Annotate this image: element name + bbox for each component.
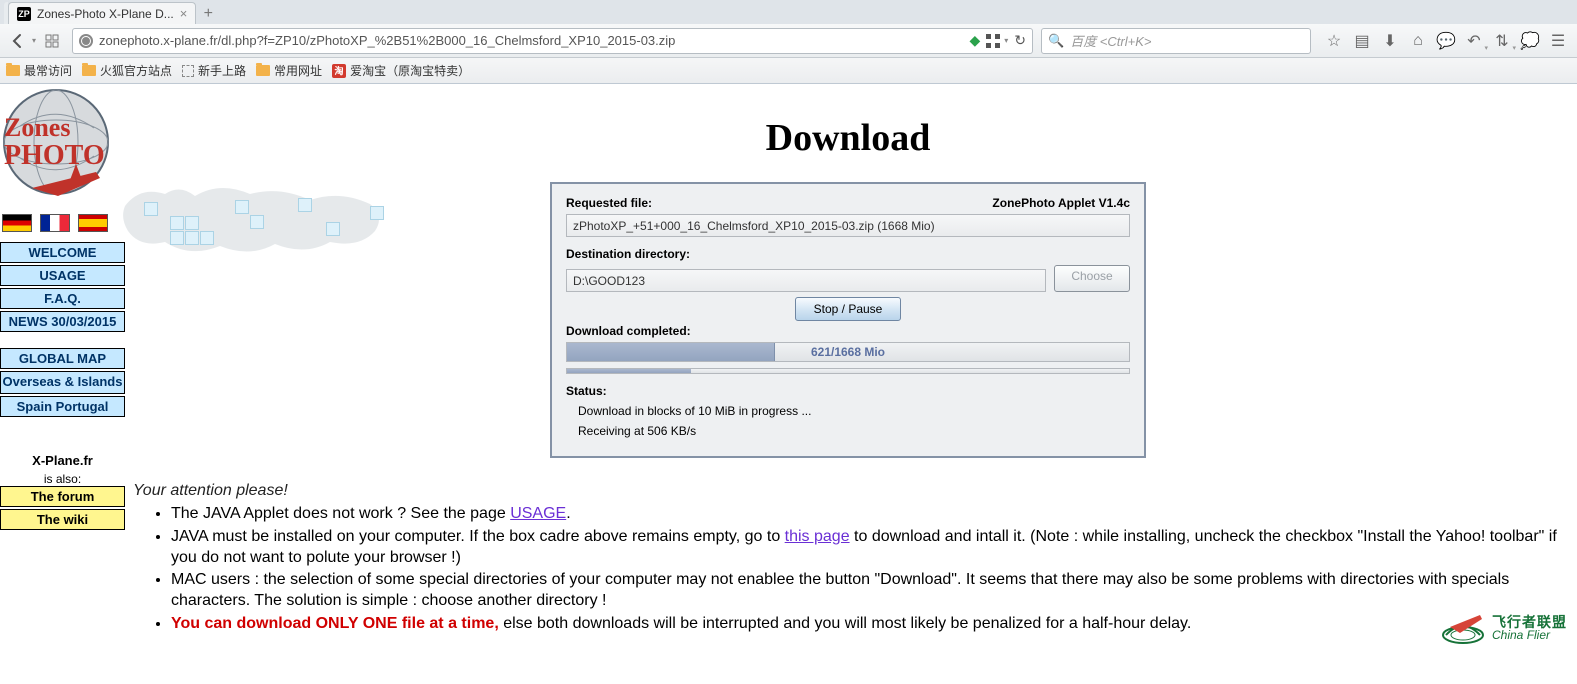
choose-button[interactable]: Choose: [1054, 265, 1130, 292]
qr-icon[interactable]: [986, 34, 1000, 48]
tab-title: Zones-Photo X-Plane D...: [37, 7, 174, 21]
search-placeholder: 百度 <Ctrl+K>: [1070, 31, 1151, 50]
download-applet: Requested file: ZonePhoto Applet V1.4c z…: [550, 182, 1146, 458]
browser-navbar: ▾ zonephoto.x-plane.fr/dl.php?f=ZP10/zPh…: [0, 24, 1577, 58]
progress-bar-outer: 621/1668 Mio: [566, 342, 1130, 362]
nav-news[interactable]: NEWS 30/03/2015: [0, 311, 125, 332]
nav-globalmap[interactable]: GLOBAL MAP: [0, 348, 125, 369]
page-icon: [182, 65, 194, 77]
requested-file-label: Requested file:: [566, 196, 652, 210]
folder-icon: [6, 65, 20, 76]
also-label: is also:: [0, 472, 125, 486]
nav-welcome[interactable]: WELCOME: [0, 242, 125, 263]
bookmark-frequent[interactable]: 最常访问: [6, 62, 72, 79]
bookmark-common[interactable]: 常用网址: [256, 62, 322, 79]
bookmark-label: 最常访问: [24, 62, 72, 79]
java-page-link[interactable]: this page: [785, 528, 850, 545]
back-button[interactable]: [6, 29, 30, 53]
share-button[interactable]: 💭: [1517, 28, 1543, 54]
usage-link[interactable]: USAGE: [510, 505, 566, 522]
home-button[interactable]: ⌂: [1405, 28, 1431, 54]
nav-overseas[interactable]: Overseas & Islands: [0, 371, 125, 394]
attention-heading: Your attention please!: [133, 482, 1565, 500]
reader-list-button[interactable]: ▤: [1349, 28, 1375, 54]
search-icon: 🔍: [1048, 33, 1064, 49]
grid-icon: [45, 34, 59, 48]
svg-text:PHOTO: PHOTO: [4, 140, 105, 171]
flag-es[interactable]: [78, 214, 108, 232]
note-item: JAVA must be installed on your computer.…: [171, 527, 1565, 569]
destination-value: D:\GOOD123: [566, 269, 1046, 292]
bookmark-firefox[interactable]: 火狐官方站点: [82, 62, 172, 79]
notes-list: The JAVA Applet does not work ? See the …: [153, 504, 1565, 635]
main-content: Download Requested file: ZonePhoto Apple…: [125, 84, 1577, 657]
bookmark-star-button[interactable]: ☆: [1321, 28, 1347, 54]
bookmark-label: 爱淘宝（原淘宝特卖）: [350, 62, 470, 79]
requested-file-value: zPhotoXP_+51+000_16_Chelmsford_XP10_2015…: [566, 214, 1130, 237]
pin-button[interactable]: ⇅▾: [1489, 28, 1515, 54]
tab-favicon: ZP: [17, 7, 31, 21]
nav-usage[interactable]: USAGE: [0, 265, 125, 286]
one-file-warning: You can download ONLY ONE file at a time…: [171, 615, 499, 632]
url-text: zonephoto.x-plane.fr/dl.php?f=ZP10/zPhot…: [99, 33, 963, 48]
menu-button[interactable]: ☰: [1545, 28, 1571, 54]
nav-faq[interactable]: F.A.Q.: [0, 288, 125, 309]
progress-text: 621/1668 Mio: [567, 343, 1129, 361]
downloads-button[interactable]: ⬇: [1377, 28, 1403, 54]
taobao-icon: 淘: [332, 64, 346, 78]
browser-tabstrip: ZP Zones-Photo X-Plane D... × +: [0, 0, 1577, 24]
bookmark-label: 常用网址: [274, 62, 322, 79]
page-title: Download: [131, 116, 1565, 160]
nav-spain[interactable]: Spain Portugal: [0, 396, 125, 417]
note-item: MAC users : the selection of some specia…: [171, 570, 1565, 612]
status-line-2: Receiving at 506 KB/s: [566, 424, 1130, 438]
page-body: Zones PHOTO WELCOME USAGE F.A.Q. NEWS 30…: [0, 84, 1577, 657]
xplane-label: X-Plane.fr: [0, 449, 125, 472]
flag-fr[interactable]: [40, 214, 70, 232]
bookmark-aitaobao[interactable]: 淘 爱淘宝（原淘宝特卖）: [332, 62, 470, 79]
bookmark-label: 新手上路: [198, 62, 246, 79]
stop-pause-button[interactable]: Stop / Pause: [795, 297, 902, 321]
sidebar: Zones PHOTO WELCOME USAGE F.A.Q. NEWS 30…: [0, 84, 125, 657]
applet-version: ZonePhoto Applet V1.4c: [992, 196, 1130, 210]
status-line-1: Download in blocks of 10 MiB in progress…: [566, 404, 1130, 418]
block-progress-bar: [566, 368, 1130, 374]
block-progress-fill: [567, 369, 691, 373]
browser-tab[interactable]: ZP Zones-Photo X-Plane D... ×: [8, 2, 196, 24]
folder-icon: [82, 65, 96, 76]
history-dropdown-icon[interactable]: ▾: [32, 36, 36, 45]
status-label: Status:: [566, 384, 607, 398]
bookmark-getting-started[interactable]: 新手上路: [182, 62, 246, 79]
site-logo[interactable]: Zones PHOTO: [0, 86, 112, 208]
undo-tab-button[interactable]: ↶▾: [1461, 28, 1487, 54]
back-icon: [10, 33, 26, 49]
sidebar-nav: WELCOME USAGE F.A.Q. NEWS 30/03/2015 GLO…: [0, 242, 125, 532]
note-item: You can download ONLY ONE file at a time…: [171, 614, 1565, 635]
download-completed-label: Download completed:: [566, 324, 691, 338]
language-flags: [2, 214, 125, 232]
reload-icon[interactable]: ↻: [1014, 32, 1026, 49]
addr-dropdown-icon[interactable]: ▾: [1004, 36, 1008, 45]
search-box[interactable]: 🔍 百度 <Ctrl+K>: [1041, 28, 1311, 54]
bookmark-label: 火狐官方站点: [100, 62, 172, 79]
page-grid-button[interactable]: [40, 29, 64, 53]
chat-button[interactable]: 💬: [1433, 28, 1459, 54]
flag-de[interactable]: [2, 214, 32, 232]
toolbar-icons: ☆ ▤ ⬇ ⌂ 💬 ↶▾ ⇅▾ 💭 ☰: [1321, 28, 1571, 54]
bookmarks-bar: 最常访问 火狐官方站点 新手上路 常用网址 淘 爱淘宝（原淘宝特卖）: [0, 58, 1577, 84]
logo-icon: Zones PHOTO: [0, 86, 112, 208]
nav-wiki[interactable]: The wiki: [0, 509, 125, 530]
site-identity-icon: [79, 34, 93, 48]
note-item: The JAVA Applet does not work ? See the …: [171, 504, 1565, 525]
nav-forum[interactable]: The forum: [0, 486, 125, 507]
tab-close-icon[interactable]: ×: [180, 6, 188, 21]
new-tab-button[interactable]: +: [196, 4, 220, 24]
address-bar[interactable]: zonephoto.x-plane.fr/dl.php?f=ZP10/zPhot…: [72, 28, 1033, 54]
folder-icon: [256, 65, 270, 76]
svg-text:Zones: Zones: [4, 113, 70, 142]
destination-label: Destination directory:: [566, 247, 690, 261]
shield-icon[interactable]: ◆: [969, 32, 980, 49]
